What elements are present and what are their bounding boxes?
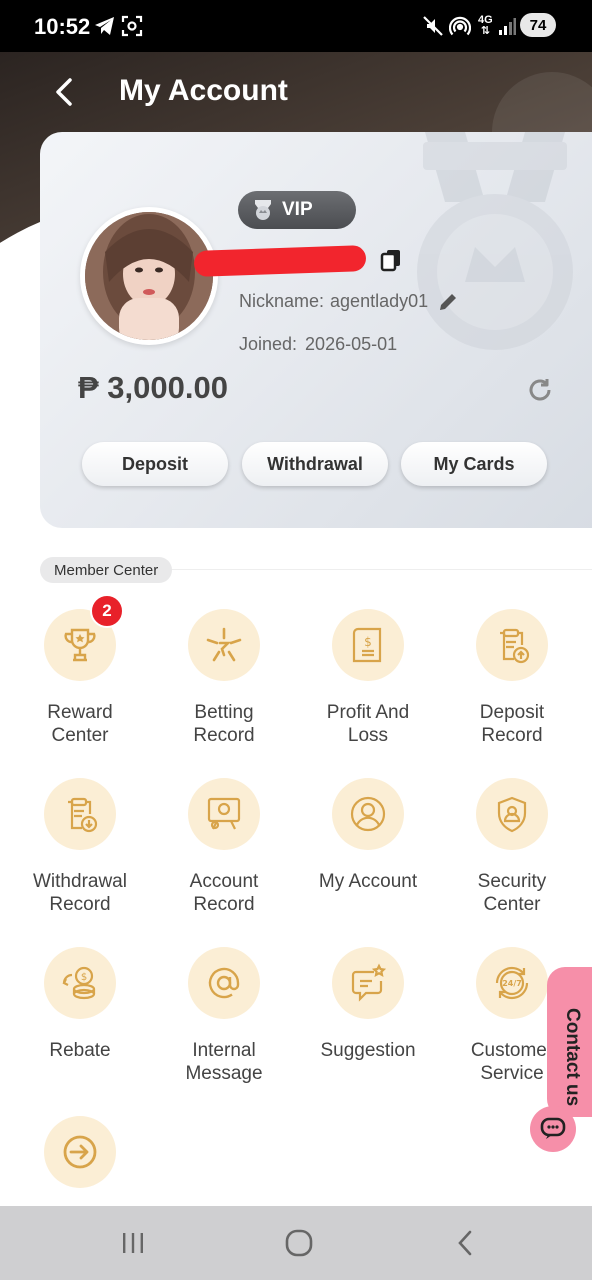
pencil-icon[interactable] [438, 292, 458, 312]
menu-item-rebate[interactable]: $ Rebate [8, 947, 152, 1062]
back-button[interactable] [44, 72, 84, 112]
nickname-value: agentlady01 [330, 291, 429, 311]
menu-item-label: My Account [318, 871, 418, 892]
svg-text:24/7: 24/7 [502, 979, 522, 988]
menu-item-label: Deposit Record [479, 702, 545, 746]
menu-item-my-account[interactable]: My Account [296, 778, 440, 893]
menu-item-account-record[interactable]: Account Record [152, 778, 296, 916]
nickname-label: Nickname: [239, 291, 325, 311]
my-cards-button[interactable]: My Cards [401, 442, 547, 486]
coins-icon: $ [44, 947, 116, 1019]
contact-us-label: Contact us [562, 1007, 583, 1107]
screenshot-icon [121, 14, 143, 38]
vip-label: VIP [282, 199, 313, 220]
vip-crown-icon [252, 198, 274, 222]
battery-indicator: 74 [520, 13, 556, 37]
username-row: g 1 [193, 244, 400, 278]
menu-item-label: Withdrawal Record [33, 871, 127, 915]
menu-item-label: Internal Message [185, 1040, 263, 1084]
page-title: My Account [119, 74, 288, 107]
menu-item-label: Betting Record [193, 702, 255, 746]
deposit-button[interactable]: Deposit [82, 442, 228, 486]
user-icon [332, 778, 404, 850]
menu-item-label: Suggestion [320, 1040, 416, 1061]
menu-item-security-center[interactable]: Security Center [440, 778, 584, 916]
joined-label: Joined: [239, 334, 298, 354]
svg-text:$: $ [81, 972, 87, 983]
chat-star-icon [332, 947, 404, 1019]
menu-item-label: Account Record [189, 871, 259, 915]
signal-icon [498, 14, 516, 38]
account-card: VIP g 1 Nickname: agentlady01 Joined: 202… [40, 132, 592, 528]
at-icon [188, 947, 260, 1019]
support-24-7-icon: 24/7 [476, 947, 548, 1019]
balance-amount: ₱ 3,000.00 [78, 370, 228, 405]
status-bar: 10:52 4G ⇅ 74 [0, 0, 592, 52]
joined-date: 2026-05-01 [305, 334, 398, 354]
clipboard-download-icon [44, 778, 116, 850]
svg-text:$: $ [364, 635, 372, 649]
status-time: 10:52 [34, 14, 91, 39]
avatar[interactable] [80, 207, 218, 345]
top-bar: My Account [0, 52, 592, 132]
menu-item-internal-message[interactable]: Internal Message [152, 947, 296, 1085]
vip-badge: VIP [238, 191, 356, 229]
receipt-icon: $ [332, 609, 404, 681]
telegram-icon [94, 14, 116, 38]
contact-us-tab[interactable]: Contact us [547, 967, 592, 1117]
profile-photo-icon [85, 212, 213, 340]
avatar-image [85, 212, 213, 340]
menu-item-label: Reward Center [47, 702, 113, 746]
menu-item-logout[interactable] [8, 1116, 152, 1208]
medal-watermark-icon [417, 132, 573, 350]
chevron-left-icon [56, 78, 72, 106]
system-back-button[interactable] [445, 1226, 485, 1260]
updown-arrows-icon: ⇅ [480, 25, 490, 37]
presentation-icon [188, 778, 260, 850]
refresh-icon[interactable] [526, 376, 554, 409]
home-button[interactable] [279, 1226, 319, 1260]
system-nav-bar [0, 1206, 592, 1280]
notification-badge: 2 [90, 594, 124, 628]
star-icon [188, 609, 260, 681]
copy-icon[interactable] [380, 248, 402, 277]
menu-item-label: Profit And Loss [326, 702, 410, 746]
clipboard-upload-icon [476, 609, 548, 681]
trophy-icon: 2 [44, 594, 124, 681]
shield-user-icon [476, 778, 548, 850]
recent-apps-icon [123, 1233, 143, 1253]
menu-item-label: Security Center [477, 871, 547, 915]
member-center-title: Member Center [40, 557, 173, 583]
nickname-row: Nickname: agentlady01 [239, 291, 458, 312]
network-type: 4G ⇅ [478, 14, 493, 38]
back-icon [458, 1230, 472, 1256]
menu-item-deposit-record[interactable]: Deposit Record [440, 609, 584, 747]
joined-row: Joined: 2026-05-01 [239, 334, 397, 355]
withdrawal-button[interactable]: Withdrawal [242, 442, 388, 486]
menu-item-withdrawal-record[interactable]: Withdrawal Record [8, 778, 152, 916]
recent-apps-button[interactable] [113, 1226, 153, 1260]
menu-item-reward-center[interactable]: 2 Reward Center [8, 594, 152, 747]
hotspot-icon [449, 14, 471, 38]
chat-bubble-icon[interactable] [530, 1106, 576, 1152]
menu-item-label: Rebate [49, 1040, 111, 1061]
menu-item-profit-and-loss[interactable]: $ Profit And Loss [296, 609, 440, 747]
menu-item-betting-record[interactable]: Betting Record [152, 609, 296, 747]
logout-icon [44, 1116, 116, 1188]
mute-icon [422, 14, 444, 38]
home-icon [285, 1229, 313, 1257]
menu-item-suggestion[interactable]: Suggestion [296, 947, 440, 1062]
